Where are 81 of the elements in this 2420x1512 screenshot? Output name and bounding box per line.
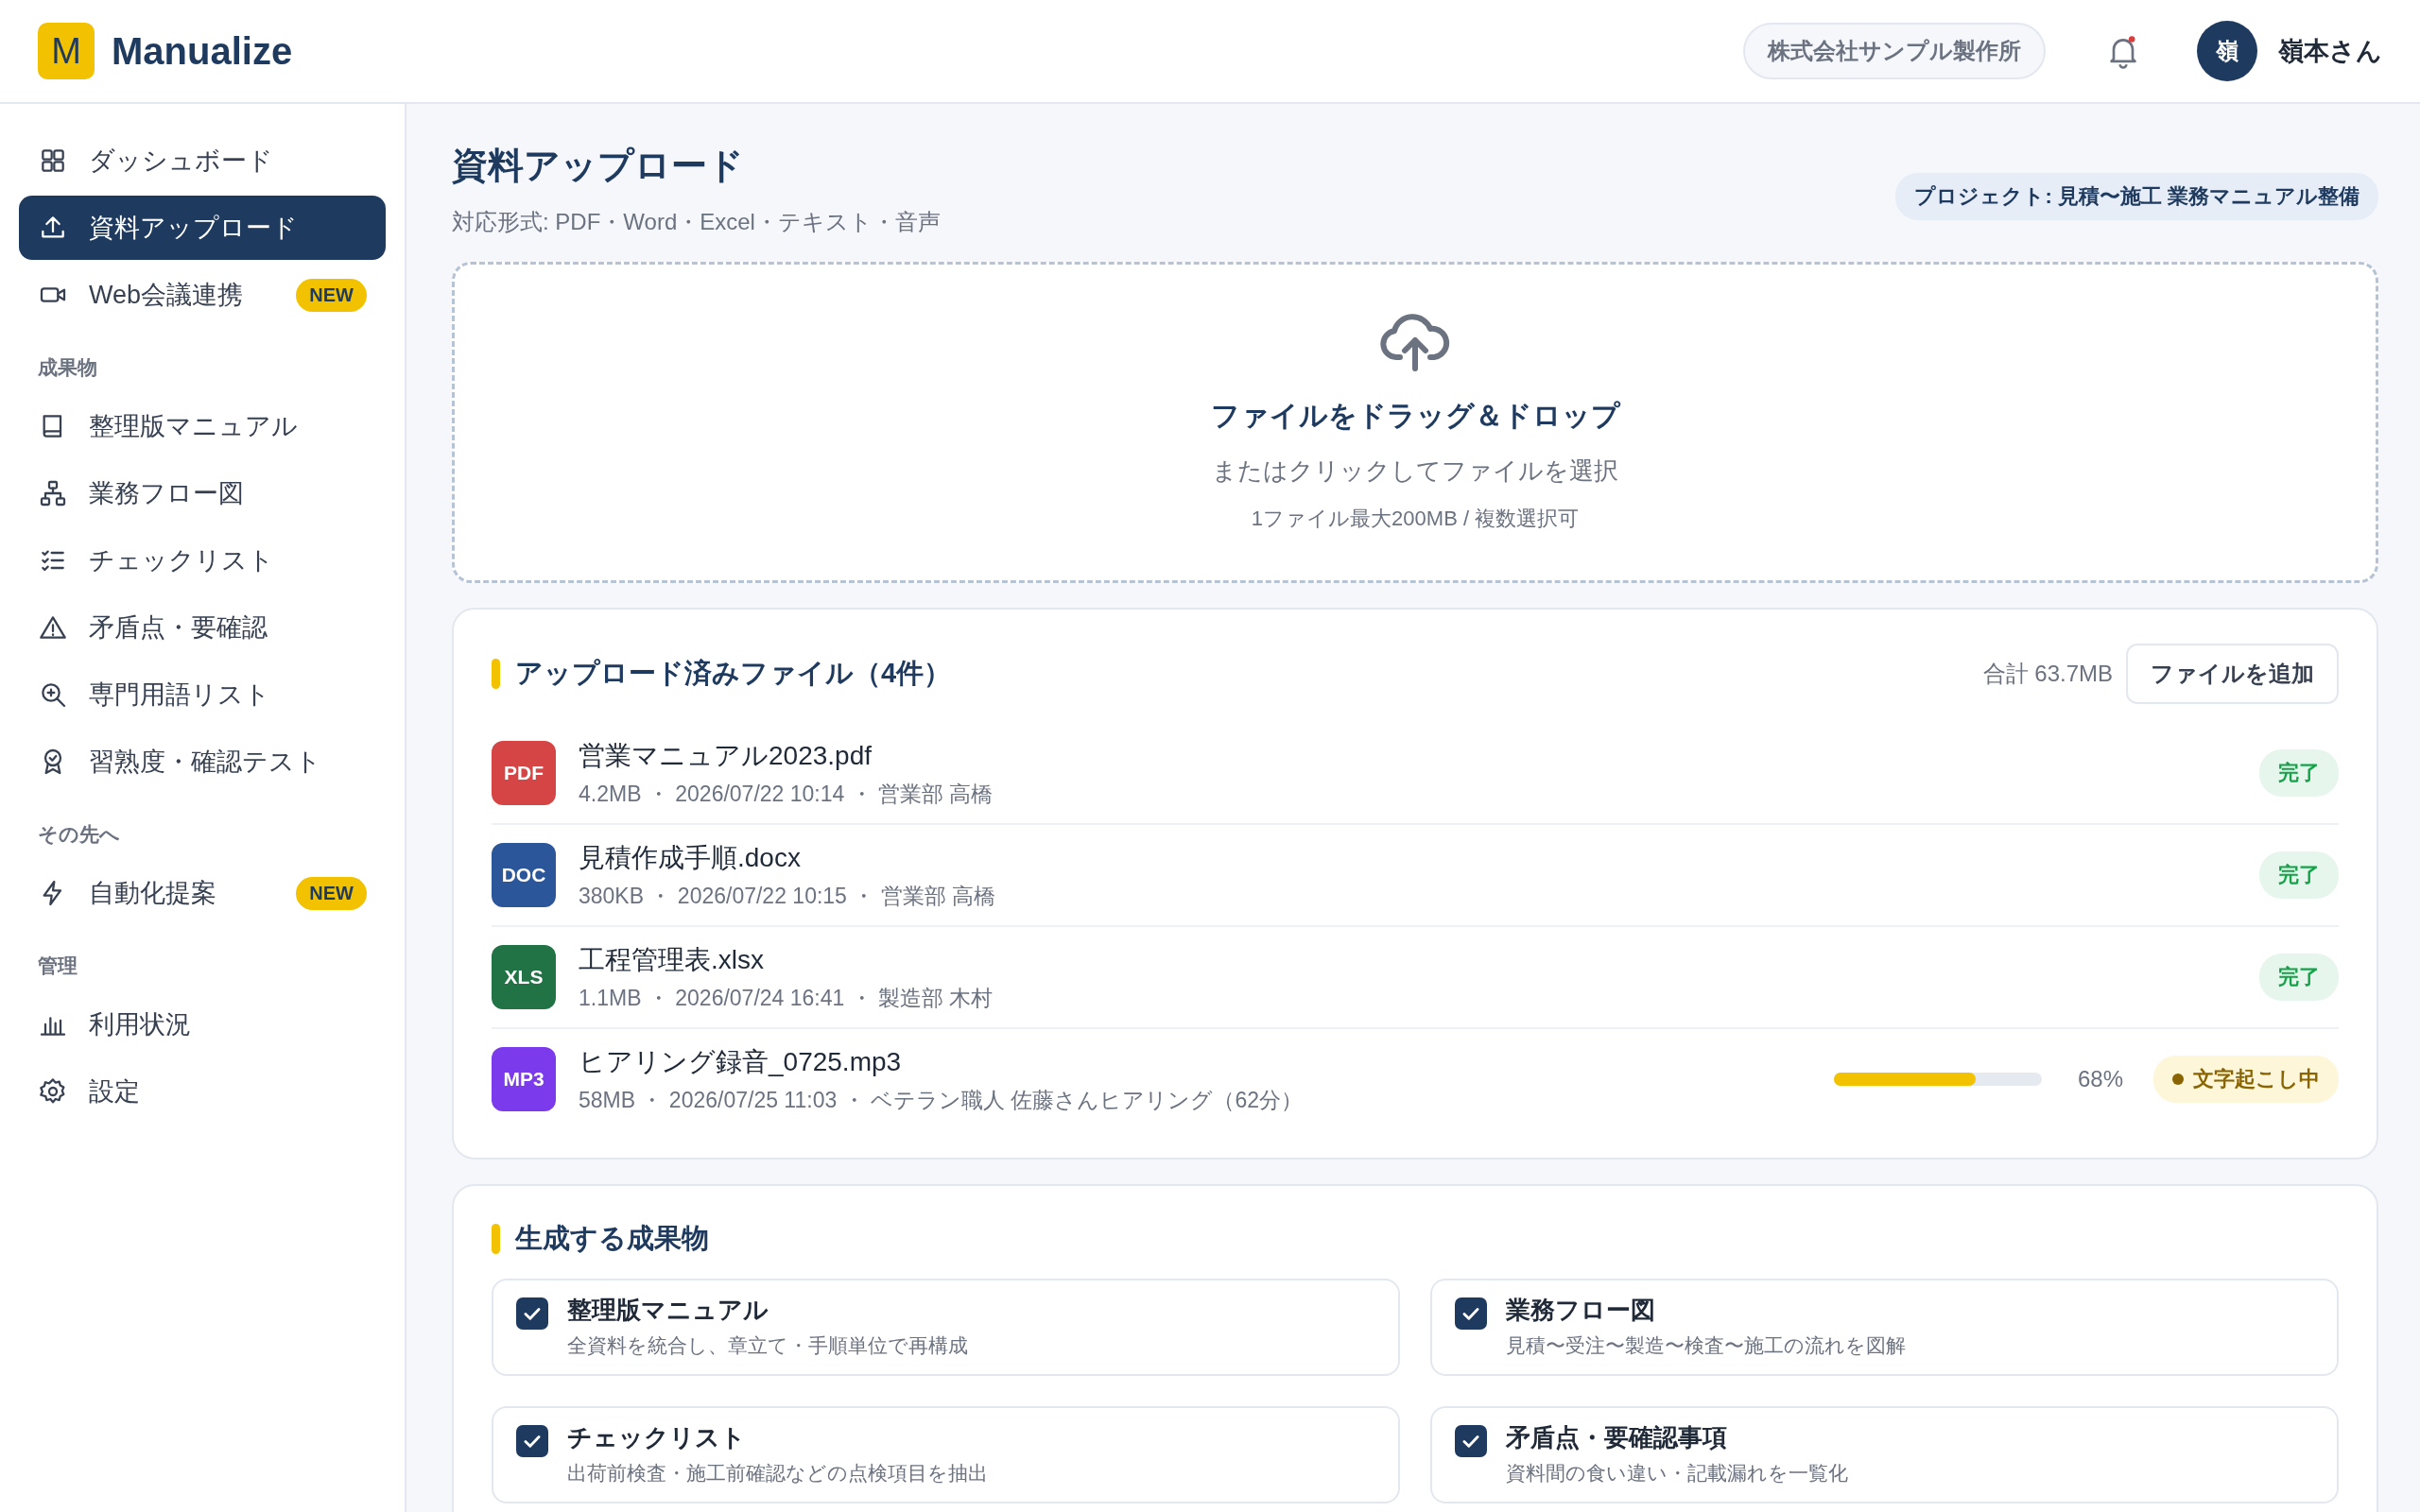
- output-option[interactable]: 業務フロー図 見積〜受注〜製造〜検査〜施工の流れを図解: [1430, 1279, 2339, 1376]
- sidebar-item[interactable]: 専門用語リスト: [19, 662, 386, 727]
- file-name: 営業マニュアル2023.pdf: [579, 739, 873, 772]
- file-type-icon: XLS: [492, 945, 556, 1009]
- checkbox[interactable]: [516, 1425, 548, 1457]
- app-name: Manualize: [112, 29, 293, 73]
- card-title: 生成する成果物: [492, 1220, 2339, 1258]
- sidebar-item-label: 自動化提案: [89, 878, 217, 909]
- new-badge: NEW: [296, 876, 367, 910]
- checkbox[interactable]: [1455, 1425, 1487, 1457]
- app-logo: M: [38, 23, 95, 79]
- status-label: 文字起こし中: [2193, 1066, 2320, 1092]
- file-details: 1.1MB ・ 2026/07/24 16:41 ・ 製造部 木村: [579, 984, 994, 1012]
- status-badge: 完了: [2259, 749, 2339, 797]
- page-title: 資料アップロード: [452, 145, 745, 187]
- option-description: 資料間の食い違い・記載漏れを一覧化: [1506, 1461, 1848, 1486]
- progress-percent: 68%: [2077, 1066, 2123, 1092]
- sidebar-item[interactable]: 矛盾点・要確認: [19, 595, 386, 660]
- dropzone-title: ファイルをドラッグ＆ドロップ: [1210, 399, 1620, 433]
- section-heading: その先へ: [37, 822, 121, 847]
- output-option[interactable]: 矛盾点・要確認事項 資料間の食い違い・記載漏れを一覧化: [1430, 1406, 2339, 1503]
- checkbox[interactable]: [516, 1297, 548, 1330]
- project-pill: プロジェクト: 見積〜施工 業務マニュアル整備: [1895, 173, 2378, 220]
- sidebar-item[interactable]: 整理版マニュアル: [19, 394, 386, 458]
- cloud-upload-icon: [1379, 312, 1451, 372]
- hierarchy-icon: [38, 478, 68, 508]
- sidebar-item[interactable]: 資料アップロード: [19, 196, 386, 260]
- sidebar-item[interactable]: 自動化提案 NEW: [19, 861, 386, 925]
- file-name: 工程管理表.xlsx: [579, 943, 765, 976]
- company-pill[interactable]: 株式会社サンプル製作所: [1743, 23, 2046, 79]
- status-badge: 完了: [2259, 954, 2339, 1001]
- file-dropzone[interactable]: ファイルをドラッグ＆ドロップ またはクリックしてファイルを選択 1ファイル最大200MB / 複数選択可: [452, 262, 2378, 583]
- file-details: 58MB ・ 2026/07/25 11:03 ・ ベテラン職人 佐藤さんヒアリング（62分）: [579, 1086, 1304, 1114]
- option-title: 整理版マニュアル: [567, 1295, 769, 1326]
- total-size: 合計 63.7MB: [1982, 660, 2113, 688]
- option-title: 矛盾点・要確認事項: [1506, 1422, 1728, 1453]
- status-dot-icon: [2172, 1074, 2184, 1085]
- sidebar-item[interactable]: Web会議連携 NEW: [19, 263, 386, 327]
- option-description: 全資料を統合し、章立て・手順単位で再構成: [567, 1333, 968, 1358]
- output-option[interactable]: チェックリスト 出荷前検査・施工前確認などの点検項目を抽出: [492, 1406, 1400, 1503]
- sidebar-item-label: 矛盾点・要確認: [89, 612, 268, 644]
- section-heading: 成果物: [37, 355, 98, 380]
- section-heading: 管理: [37, 954, 78, 978]
- sidebar-item-label: 設定: [89, 1076, 141, 1108]
- sidebar-item-label: Web会議連携: [89, 280, 245, 311]
- sidebar-item[interactable]: 設定: [19, 1059, 386, 1124]
- sidebar-item[interactable]: ダッシュボード: [19, 129, 386, 193]
- output-option[interactable]: 整理版マニュアル 全資料を統合し、章立て・手順単位で再構成: [492, 1279, 1400, 1376]
- file-name: 見積作成手順.docx: [579, 841, 802, 874]
- file-type-icon: PDF: [492, 741, 556, 805]
- page-subtitle: 対応形式: PDF・Word・Excel・テキスト・音声: [452, 208, 941, 236]
- file-details: 380KB ・ 2026/07/22 10:15 ・ 営業部 高橋: [579, 882, 997, 910]
- sidebar-item[interactable]: 習熟度・確認テスト: [19, 730, 386, 794]
- option-title: 業務フロー図: [1506, 1295, 1656, 1326]
- file-details: 4.2MB ・ 2026/07/22 10:14 ・ 営業部 高橋: [579, 780, 994, 808]
- option-title: チェックリスト: [567, 1422, 747, 1453]
- sidebar-item[interactable]: チェックリスト: [19, 528, 386, 593]
- status-badge: 完了: [2259, 851, 2339, 899]
- sidebar-item-label: ダッシュボード: [89, 146, 274, 177]
- sidebar-item[interactable]: 業務フロー図: [19, 461, 386, 525]
- card-title: アップロード済みファイル（4件）: [492, 655, 1970, 693]
- file-type-icon: MP3: [492, 1047, 556, 1111]
- sidebar-item-label: チェックリスト: [89, 545, 275, 576]
- new-badge: NEW: [296, 278, 367, 312]
- dropzone-limit: 1ファイル最大200MB / 複数選択可: [1251, 506, 1580, 532]
- file-name: ヒアリング録音_0725.mp3: [579, 1045, 903, 1078]
- sidebar-item-label: 習熟度・確認テスト: [89, 747, 322, 778]
- user-name: 嶺本さん: [2278, 36, 2382, 67]
- sidebar-item-label: 資料アップロード: [89, 213, 299, 244]
- sidebar-item-label: 整理版マニュアル: [89, 411, 299, 442]
- sidebar-item-label: 業務フロー図: [89, 478, 245, 509]
- sidebar-item[interactable]: 利用状況: [19, 992, 386, 1057]
- user-avatar[interactable]: 嶺: [2197, 21, 2257, 81]
- option-description: 見積〜受注〜製造〜検査〜施工の流れを図解: [1506, 1333, 1906, 1358]
- sidebar-item-label: 利用状況: [89, 1009, 192, 1040]
- option-description: 出荷前検査・施工前確認などの点検項目を抽出: [567, 1461, 988, 1486]
- sidebar-item-label: 専門用語リスト: [89, 679, 271, 711]
- file-type-icon: DOC: [492, 843, 556, 907]
- dropzone-hint: またはクリックしてファイルを選択: [1212, 455, 1618, 487]
- checkbox[interactable]: [1455, 1297, 1487, 1330]
- add-file-button[interactable]: ファイルを追加: [2126, 644, 2339, 704]
